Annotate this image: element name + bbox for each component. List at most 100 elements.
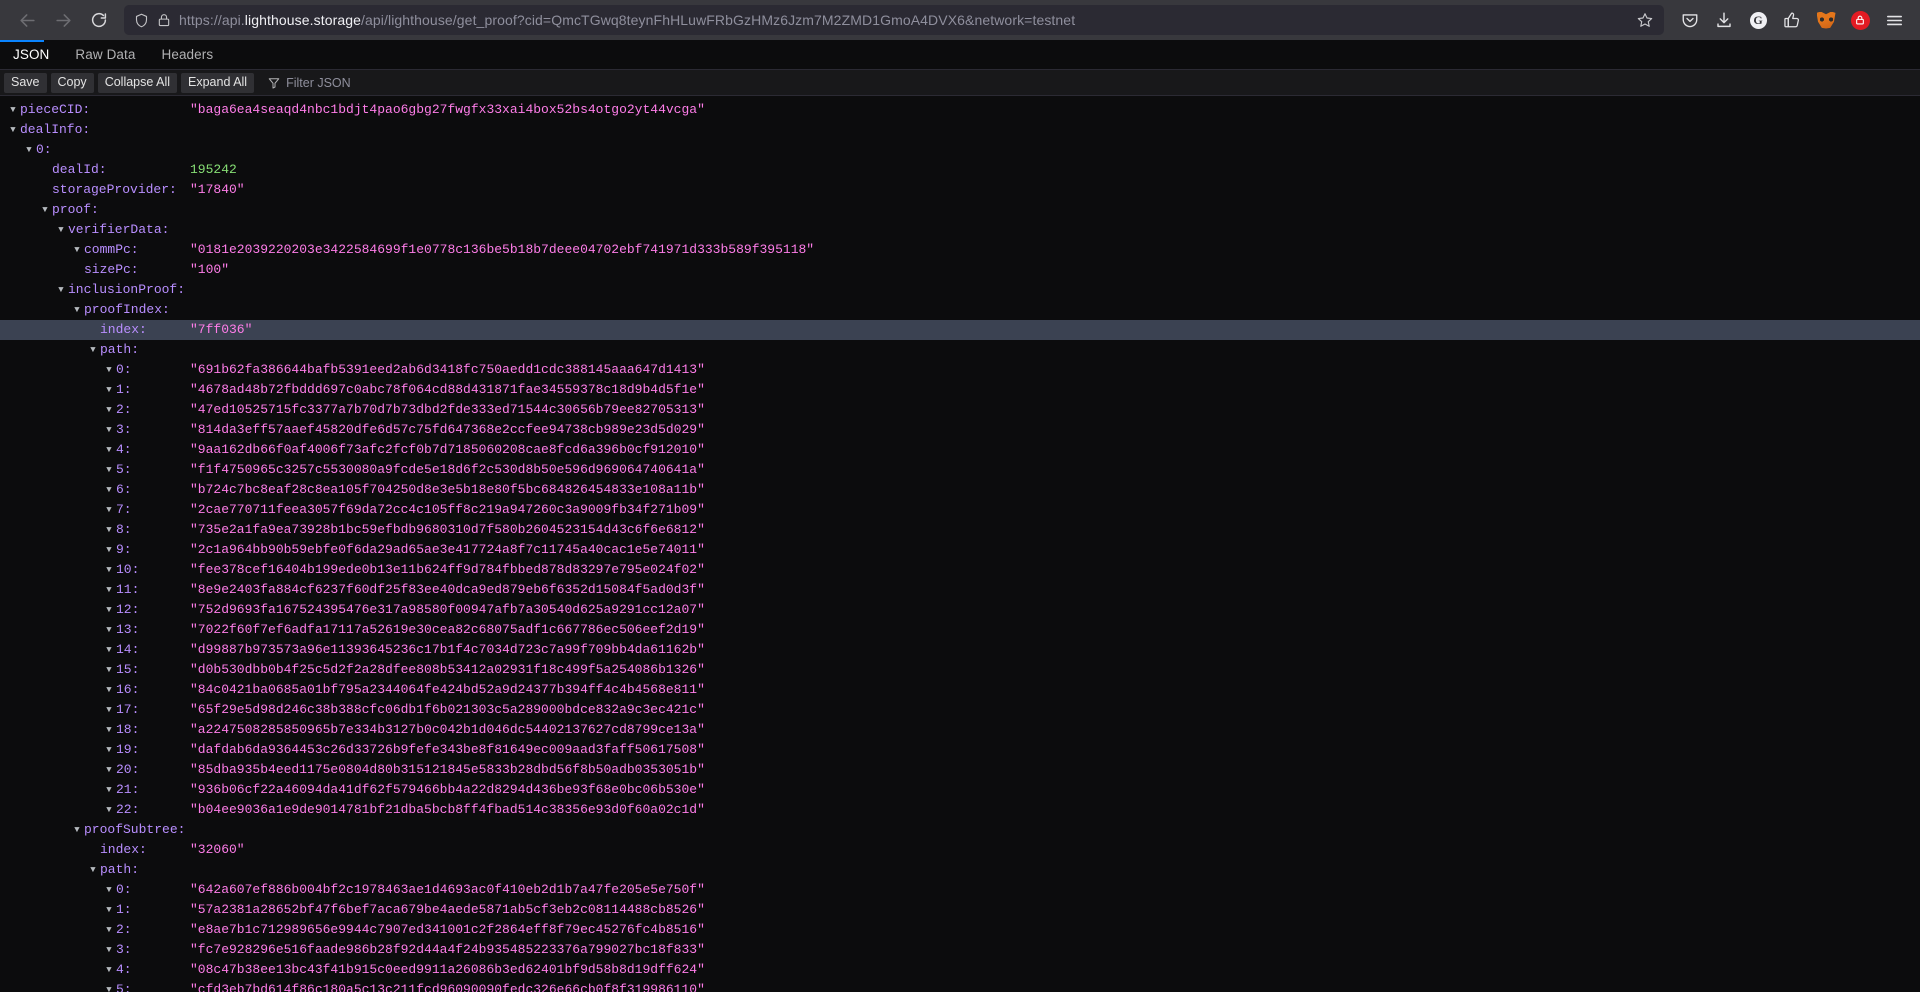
- json-row[interactable]: ▼ 19: "dafdab6da9364453c26d33726b9fefe343b…: [0, 740, 1920, 760]
- filter-json-input[interactable]: [286, 75, 487, 90]
- json-row[interactable]: ▼index:"7ff036": [0, 320, 1920, 340]
- json-row[interactable]: ▼ 12: "752d9693fa167524395476e317a98580f00…: [0, 600, 1920, 620]
- disclosure-triangle-icon[interactable]: ▼: [102, 920, 116, 940]
- disclosure-triangle-icon[interactable]: ▼: [102, 880, 116, 900]
- disclosure-triangle-icon[interactable]: ▼: [6, 100, 20, 120]
- json-row[interactable]: ▼ 22: "b04ee9036a1e9de9014781bf21dba5bcb8f…: [0, 800, 1920, 820]
- disclosure-triangle-icon[interactable]: ▼: [102, 480, 116, 500]
- json-row[interactable]: ▼ 17: "65f29e5d98d246c38b388cfc06db1f6b021…: [0, 700, 1920, 720]
- json-row[interactable]: ▼ 5: "f1f4750965c3257c5530080a9fcde5e18d6f…: [0, 460, 1920, 480]
- json-row[interactable]: ▼ proofSubtree:: [0, 820, 1920, 840]
- json-row[interactable]: ▼ 14: "d99887b973573a96e11393645236c17b1f4…: [0, 640, 1920, 660]
- json-row[interactable]: ▼ commPc: "0181e2039220203e3422584699f1e07…: [0, 240, 1920, 260]
- json-row[interactable]: ▼ 1: "57a2381a28652bf47f6bef7aca679be4aede…: [0, 900, 1920, 920]
- disclosure-triangle-icon[interactable]: ▼: [102, 420, 116, 440]
- json-tree-panel[interactable]: ▼ pieceCID: "baga6ea4seaqd4nbc1bdjt4pao6gb…: [0, 96, 1920, 992]
- shield-icon[interactable]: [134, 13, 149, 28]
- json-row[interactable]: ▼ 3: "fc7e928296e516faade986b28f92d44a4f24…: [0, 940, 1920, 960]
- json-row[interactable]: ▼ 5: "cfd3eb7bd614f86c180a5c13c211fcd96090…: [0, 980, 1920, 992]
- metamask-icon[interactable]: [1810, 4, 1842, 36]
- json-row[interactable]: ▼ 11: "8e9e2403fa884cf6237f60df25f83ee40dc…: [0, 580, 1920, 600]
- star-icon[interactable]: [1632, 7, 1658, 33]
- save-button[interactable]: Save: [4, 72, 47, 93]
- url-text[interactable]: https://api.lighthouse.storage/api/light…: [179, 12, 1624, 28]
- json-row[interactable]: ▼ 15: "d0b530dbb0b4f25c5d2f2a28dfee808b534…: [0, 660, 1920, 680]
- json-row[interactable]: ▼ path:: [0, 340, 1920, 360]
- disclosure-triangle-icon[interactable]: ▼: [54, 280, 68, 300]
- collapse-all-button[interactable]: Collapse All: [97, 72, 178, 93]
- disclosure-triangle-icon[interactable]: ▼: [102, 780, 116, 800]
- disclosure-triangle-icon[interactable]: ▼: [70, 240, 84, 260]
- disclosure-triangle-icon[interactable]: ▼: [86, 860, 100, 880]
- disclosure-triangle-icon[interactable]: ▼: [102, 960, 116, 980]
- json-row[interactable]: ▼ 18: "a2247508285850965b7e334b3127b0c042b…: [0, 720, 1920, 740]
- tab-raw-data[interactable]: Raw Data: [62, 40, 148, 69]
- json-row[interactable]: ▼ 4: "9aa162db66f0af4006f73afc2fcf0b7d7185…: [0, 440, 1920, 460]
- json-row[interactable]: ▼ 4: "08c47b38ee13bc43f41b915c0eed9911a260…: [0, 960, 1920, 980]
- expand-all-button[interactable]: Expand All: [181, 72, 255, 93]
- padlock-icon[interactable]: [157, 13, 171, 27]
- json-row[interactable]: ▼ 16: "84c0421ba0685a01bf795a2344064fe424b…: [0, 680, 1920, 700]
- back-button[interactable]: [10, 3, 44, 37]
- disclosure-triangle-icon[interactable]: ▼: [102, 620, 116, 640]
- disclosure-triangle-icon[interactable]: ▼: [102, 940, 116, 960]
- json-row[interactable]: ▼ 9: "2c1a964bb90b59ebfe0f6da29ad65ae3e417…: [0, 540, 1920, 560]
- json-row[interactable]: ▼sizePc:"100": [0, 260, 1920, 280]
- json-row[interactable]: ▼ 8: "735e2a1fa9ea73928b1bc59efbdb9680310d…: [0, 520, 1920, 540]
- json-row[interactable]: ▼ 2: "e8ae7b1c712989656e9944c7907ed341001c…: [0, 920, 1920, 940]
- disclosure-triangle-icon[interactable]: ▼: [6, 120, 20, 140]
- disclosure-triangle-icon[interactable]: ▼: [102, 360, 116, 380]
- reload-button[interactable]: [82, 3, 116, 37]
- json-row[interactable]: ▼dealId:195242: [0, 160, 1920, 180]
- disclosure-triangle-icon[interactable]: ▼: [102, 760, 116, 780]
- json-row[interactable]: ▼ 7: "2cae770711feea3057f69da72cc4c105ff8c…: [0, 500, 1920, 520]
- json-row[interactable]: ▼storageProvider:"17840": [0, 180, 1920, 200]
- disclosure-triangle-icon[interactable]: ▼: [102, 380, 116, 400]
- password-manager-icon[interactable]: [1844, 4, 1876, 36]
- disclosure-triangle-icon[interactable]: ▼: [102, 980, 116, 992]
- disclosure-triangle-icon[interactable]: ▼: [102, 440, 116, 460]
- json-row[interactable]: ▼ inclusionProof:: [0, 280, 1920, 300]
- disclosure-triangle-icon[interactable]: ▼: [102, 400, 116, 420]
- disclosure-triangle-icon[interactable]: ▼: [102, 600, 116, 620]
- json-row[interactable]: ▼ 3: "814da3eff57aaef45820dfe6d57c75fd6473…: [0, 420, 1920, 440]
- thumbs-up-extension-icon[interactable]: [1776, 4, 1808, 36]
- disclosure-triangle-icon[interactable]: ▼: [102, 740, 116, 760]
- grammarly-icon[interactable]: G: [1742, 4, 1774, 36]
- disclosure-triangle-icon[interactable]: ▼: [38, 200, 52, 220]
- disclosure-triangle-icon[interactable]: ▼: [102, 720, 116, 740]
- disclosure-triangle-icon[interactable]: ▼: [102, 680, 116, 700]
- json-row[interactable]: ▼ 0: "642a607ef886b004bf2c1978463ae1d4693a…: [0, 880, 1920, 900]
- json-row[interactable]: ▼index:"32060": [0, 840, 1920, 860]
- json-row[interactable]: ▼ 6: "b724c7bc8eaf28c8ea105f704250d8e3e5b1…: [0, 480, 1920, 500]
- disclosure-triangle-icon[interactable]: ▼: [70, 820, 84, 840]
- json-row[interactable]: ▼ proof:: [0, 200, 1920, 220]
- disclosure-triangle-icon[interactable]: ▼: [102, 640, 116, 660]
- disclosure-triangle-icon[interactable]: ▼: [86, 340, 100, 360]
- pocket-icon[interactable]: [1674, 4, 1706, 36]
- address-bar[interactable]: https://api.lighthouse.storage/api/light…: [124, 5, 1664, 35]
- disclosure-triangle-icon[interactable]: ▼: [54, 220, 68, 240]
- json-row[interactable]: ▼ 1: "4678ad48b72fbddd697c0abc78f064cd88d4…: [0, 380, 1920, 400]
- json-row[interactable]: ▼ 10: "fee378cef16404b199ede0b13e11b624ff9…: [0, 560, 1920, 580]
- downloads-icon[interactable]: [1708, 4, 1740, 36]
- disclosure-triangle-icon[interactable]: ▼: [102, 520, 116, 540]
- disclosure-triangle-icon[interactable]: ▼: [102, 580, 116, 600]
- json-row[interactable]: ▼ pieceCID: "baga6ea4seaqd4nbc1bdjt4pao6gb…: [0, 100, 1920, 120]
- app-menu-icon[interactable]: [1878, 4, 1910, 36]
- json-row[interactable]: ▼ dealInfo:: [0, 120, 1920, 140]
- tab-headers[interactable]: Headers: [148, 40, 226, 69]
- forward-button[interactable]: [46, 3, 80, 37]
- disclosure-triangle-icon[interactable]: ▼: [22, 140, 36, 160]
- json-row[interactable]: ▼ 13: "7022f60f7ef6adfa17117a52619e30cea82…: [0, 620, 1920, 640]
- tab-json[interactable]: JSON: [0, 40, 62, 69]
- disclosure-triangle-icon[interactable]: ▼: [70, 300, 84, 320]
- disclosure-triangle-icon[interactable]: ▼: [102, 460, 116, 480]
- json-row[interactable]: ▼ 0:: [0, 140, 1920, 160]
- copy-button[interactable]: Copy: [50, 72, 94, 93]
- disclosure-triangle-icon[interactable]: ▼: [102, 560, 116, 580]
- json-row[interactable]: ▼ 0: "691b62fa386644bafb5391eed2ab6d3418fc…: [0, 360, 1920, 380]
- disclosure-triangle-icon[interactable]: ▼: [102, 660, 116, 680]
- json-row[interactable]: ▼ 21: "936b06cf22a46094da41df62f579466bb4a…: [0, 780, 1920, 800]
- disclosure-triangle-icon[interactable]: ▼: [102, 900, 116, 920]
